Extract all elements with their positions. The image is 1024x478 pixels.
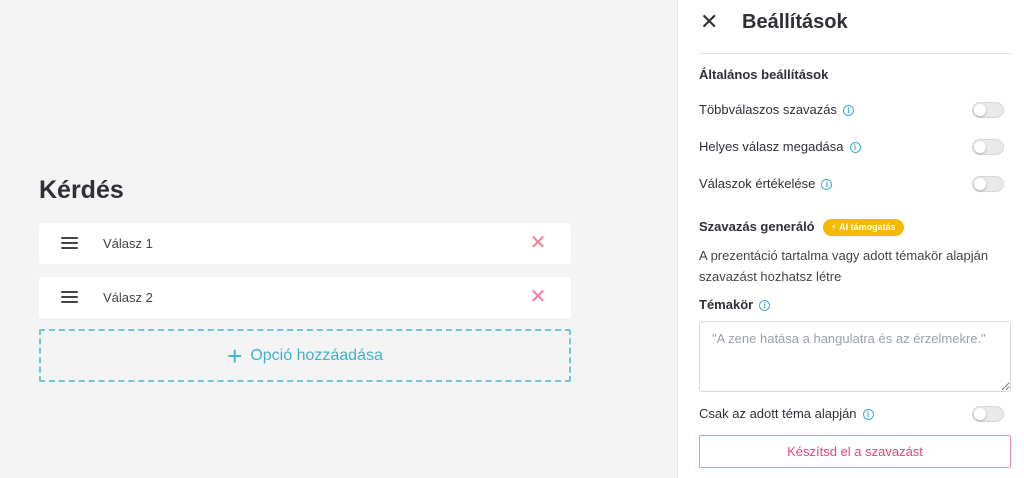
ai-badge-label: AI támogatás	[839, 222, 896, 232]
setting-label: Helyes válasz megadása	[699, 139, 844, 154]
toggle-knob	[974, 141, 986, 153]
divider	[699, 53, 1012, 54]
generate-poll-button[interactable]: Készítsd el a szavazást	[699, 435, 1011, 468]
setting-label: Csak az adott téma alapján	[699, 406, 857, 421]
answer-rating-toggle[interactable]	[972, 176, 1004, 192]
topic-textarea[interactable]	[699, 321, 1011, 392]
generator-description: A prezentáció tartalma vagy adott témakö…	[699, 248, 989, 284]
setting-label: Többválaszos szavazás	[699, 102, 838, 117]
general-settings-title: Általános beállítások	[699, 67, 829, 82]
setting-label: Válaszok értékelése	[699, 176, 816, 191]
topic-label-row: Témakör i	[699, 297, 771, 312]
remove-option-icon[interactable]: ✕	[529, 233, 547, 253]
info-icon[interactable]: i	[862, 409, 874, 420]
sparkle-icon: ⚡	[830, 222, 837, 232]
generator-title: Szavazás generáló	[699, 219, 815, 234]
generator-section-title: Szavazás generáló ⚡ AI támogatás	[699, 219, 904, 236]
correct-answer-toggle[interactable]	[972, 139, 1004, 155]
topic-label: Témakör	[699, 297, 754, 312]
info-icon[interactable]: i	[849, 142, 861, 153]
answer-option-label[interactable]: Válasz 2	[103, 290, 153, 305]
info-icon[interactable]: i	[759, 300, 771, 311]
question-title[interactable]: Kérdés	[39, 176, 124, 205]
question-editor: Kérdés Válasz 1 ✕ Válasz 2 ✕ + Opció hoz…	[0, 0, 677, 478]
ai-badge: ⚡ AI támogatás	[822, 219, 904, 236]
info-icon[interactable]: i	[843, 105, 855, 116]
toggle-knob	[974, 104, 986, 116]
setting-multiple-choice: Többválaszos szavazás i	[699, 100, 1004, 120]
setting-answer-rating: Válaszok értékelése i	[699, 174, 1004, 194]
toggle-knob	[974, 178, 986, 190]
add-option-label: Opció hozzáadása	[250, 346, 383, 364]
multiple-choice-toggle[interactable]	[972, 102, 1004, 118]
answer-option-row[interactable]: Válasz 1 ✕	[39, 223, 571, 264]
only-topic-toggle[interactable]	[972, 406, 1004, 422]
close-icon[interactable]: ✕	[700, 11, 718, 33]
remove-option-icon[interactable]: ✕	[529, 287, 547, 307]
add-option-button[interactable]: + Opció hozzáadása	[39, 329, 571, 382]
plus-icon: +	[227, 340, 243, 371]
setting-correct-answer: Helyes válasz megadása i	[699, 137, 1004, 157]
setting-only-topic: Csak az adott téma alapján i	[699, 404, 1004, 424]
drag-handle-icon[interactable]	[61, 237, 78, 249]
answer-option-label[interactable]: Válasz 1	[103, 236, 153, 251]
toggle-knob	[974, 408, 986, 420]
settings-panel: ✕ Beállítások Általános beállítások Több…	[677, 0, 1024, 478]
settings-title: Beállítások	[742, 11, 848, 33]
answer-option-row[interactable]: Válasz 2 ✕	[39, 277, 571, 318]
info-icon[interactable]: i	[821, 179, 833, 190]
settings-header: ✕ Beállítások	[678, 0, 1024, 53]
drag-handle-icon[interactable]	[61, 291, 78, 303]
